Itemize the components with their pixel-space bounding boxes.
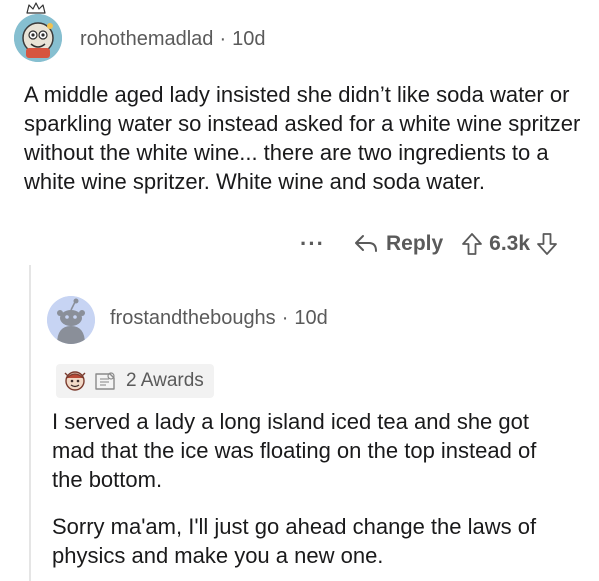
comment-body: A middle aged lady insisted she didn’t l… <box>24 82 581 194</box>
awards-label: 2 Awards <box>126 370 204 391</box>
reply-meta: frostandtheboughs · 10d <box>110 307 328 330</box>
snoo-avatar-icon <box>47 296 95 344</box>
reply-username[interactable]: frostandtheboughs <box>110 307 276 329</box>
awards-badge[interactable]: 2 Awards <box>56 364 214 398</box>
helpful-award-icon <box>92 369 118 393</box>
reply-age: 10d <box>294 307 328 329</box>
vote-score: 6.3k <box>489 232 531 255</box>
comment-age: 10d <box>232 28 266 50</box>
meta-separator: · <box>281 307 289 329</box>
comment-meta: rohothemadlad · 10d <box>80 28 265 51</box>
avatar-illustration-icon <box>14 14 62 62</box>
thread-line[interactable] <box>29 265 31 581</box>
upvote-arrow-icon[interactable] <box>461 232 483 256</box>
username[interactable]: rohothemadlad <box>80 28 213 50</box>
reply-button[interactable]: Reply <box>353 232 443 256</box>
downvote-arrow-icon[interactable] <box>536 232 558 256</box>
meta-separator: · <box>219 28 227 50</box>
avatar[interactable] <box>14 14 62 62</box>
reply-avatar[interactable] <box>47 296 95 344</box>
more-options-button[interactable]: ··· <box>300 231 325 257</box>
wholesome-award-icon <box>62 369 88 393</box>
comment-actions: ··· Reply 6.3k <box>300 230 558 258</box>
crown-icon <box>26 2 46 14</box>
reply-paragraph-1: I served a lady a long island iced tea a… <box>52 409 537 492</box>
reply-paragraph-2: Sorry ma'am, I'll just go ahead change t… <box>52 514 537 568</box>
vote-controls: 6.3k <box>461 232 558 256</box>
reply-label: Reply <box>385 232 444 255</box>
reply-arrow-icon <box>354 235 377 252</box>
